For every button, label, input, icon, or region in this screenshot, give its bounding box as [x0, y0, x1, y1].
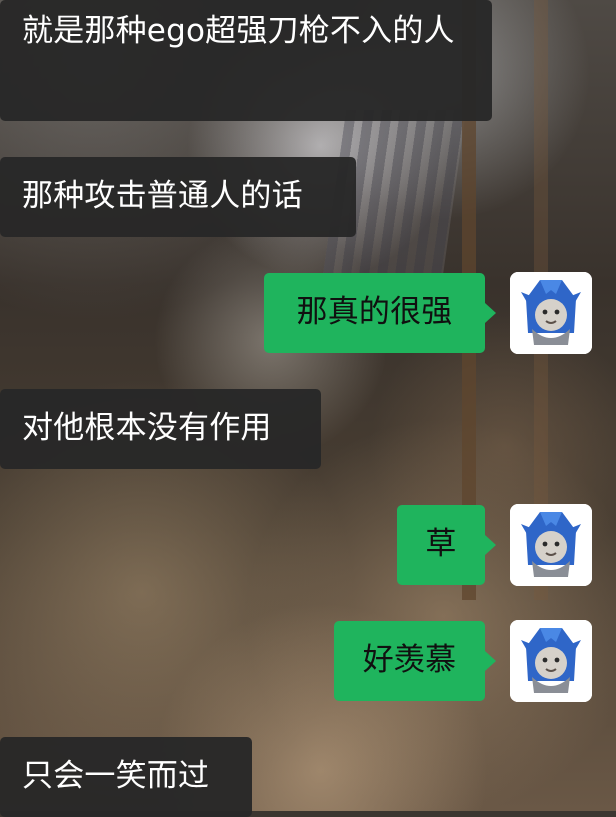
- shark-hood-avatar-icon[interactable]: [510, 620, 592, 702]
- outgoing-message-bubble[interactable]: 那真的很强: [264, 273, 496, 353]
- incoming-message-bubble[interactable]: 只会一笑而过: [0, 737, 252, 817]
- outgoing-message-bubble[interactable]: 好羡慕: [334, 621, 496, 701]
- incoming-message-bubble[interactable]: 对他根本没有作用: [0, 389, 321, 469]
- shark-hood-avatar-icon[interactable]: [510, 272, 592, 354]
- incoming-message-bubble[interactable]: 那种攻击普通人的话: [0, 157, 356, 237]
- shark-hood-avatar-icon[interactable]: [510, 504, 592, 586]
- outgoing-message-bubble[interactable]: 草: [397, 505, 496, 585]
- incoming-message-bubble[interactable]: 就是那种ego超强刀枪不入的人: [0, 0, 492, 121]
